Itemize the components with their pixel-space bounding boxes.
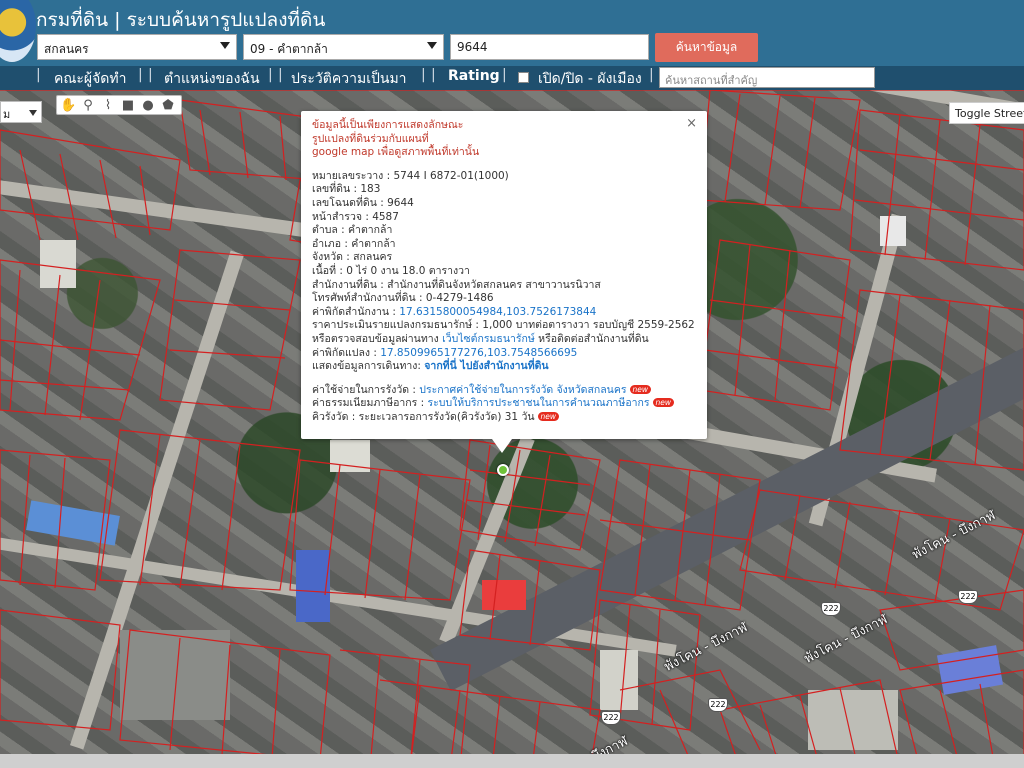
land-office: สำนักงานที่ดิน : สำนักงานที่ดินจังหวัดสก… (312, 278, 601, 291)
nav-item-rating[interactable]: Rating (448, 68, 500, 84)
nav-separator: | (36, 67, 41, 83)
office-phone: โทรศัพท์สำนักงานที่ดิน : 0-4279-1486 (312, 292, 494, 305)
nav-separator: | (268, 67, 273, 83)
map-type-value: ม (3, 108, 11, 121)
polygon-icon[interactable]: ⬟ (160, 98, 176, 114)
new-badge: new (629, 384, 652, 394)
town-plan-checkbox[interactable] (518, 72, 529, 83)
route-link[interactable]: จากที่นี่ ไปยังสำนักงานที่ดิน (424, 360, 548, 372)
survey-queue-label: คิวรังวัด : ระยะเวลารอการรังวัด(คิวรังวั… (312, 410, 535, 423)
nav-item-team[interactable]: คณะผู้จัดทำ (54, 68, 126, 90)
map-type-select[interactable]: ม (0, 101, 42, 123)
nav-separator: | (431, 67, 436, 83)
parcel-coordinates-label: ค่าพิกัดแปลง : (312, 346, 381, 359)
info-warning-line: ข้อมูลนี้เป็นเพียงการแสดงลักษณะ (312, 119, 464, 131)
place-search-input[interactable]: ค้นหาสถานที่สำคัญ (659, 67, 875, 88)
route-shield: 222 (821, 602, 841, 616)
nav-separator: | (649, 67, 654, 83)
tax-fee-link[interactable]: ระบบให้บริการประชาชนในการคำนวณภาษีอากร (428, 397, 650, 409)
parcel-coordinates: ค่าพิกัดแปลง : 17.8509965177276,103.7548… (312, 347, 692, 361)
page-title: กรมที่ดิน | ระบบค้นหารูปแปลงที่ดิน (36, 9, 326, 31)
route-shield: 222 (601, 711, 621, 725)
toggle-street-view-button[interactable]: Toggle Street View (949, 102, 1024, 124)
survey-cost-label: ค่าใช้จ่ายในการรังวัด : (312, 383, 420, 396)
app-header: กรมที่ดิน | ระบบค้นหารูปแปลงที่ดิน สกลนค… (0, 0, 1024, 66)
nav-item-history[interactable]: ประวัติความเป็นมา (291, 68, 407, 90)
circle-icon[interactable]: ● (140, 98, 156, 114)
district-select[interactable]: 09 - คำตากล้า (243, 34, 444, 60)
hand-pan-icon[interactable]: ✋ (60, 98, 76, 114)
check-suffix: หรือติดต่อสำนักงานที่ดิน (534, 332, 649, 345)
new-badge: new (652, 398, 675, 408)
app-window: กรมที่ดิน | ระบบค้นหารูปแปลงที่ดิน สกลนค… (0, 0, 1024, 768)
route-label: แสดงข้อมูลการเดินทาง: (312, 360, 425, 373)
department-logo-icon (0, 0, 36, 62)
survey-cost-link[interactable]: ประกาศค่าใช้จ่ายในการรังวัด จังหวัดสกลนค… (419, 384, 626, 396)
nav-item-town-plan[interactable]: เปิด/ปิด - ผังเมือง (538, 68, 642, 90)
chevron-down-icon (220, 42, 230, 49)
nav-item-my-location[interactable]: ตำแหน่งของฉัน (164, 68, 260, 90)
info-window-tail (492, 439, 512, 453)
polyline-icon[interactable]: ⌇ (100, 98, 116, 114)
province-select[interactable]: สกลนคร (37, 34, 237, 60)
marker-icon[interactable]: ⚲ (80, 98, 96, 114)
subdistrict: ตำบล : คำตากล้า (312, 224, 393, 237)
tax-fee-label: ค่าธรรมเนียมภาษีอากร : (312, 397, 428, 410)
info-content: ข้อมูลนี้เป็นเพียงการแสดงลักษณะ รูปแปลงท… (312, 119, 695, 425)
info-warning-line: รูปแปลงที่ดินร่วมกับแผนที่ (312, 132, 429, 145)
tax-fee: ค่าธรรมเนียมภาษีอากร : ระบบให้บริการประช… (312, 397, 692, 411)
parcel-marker-icon[interactable] (497, 464, 509, 476)
survey-cost: ค่าใช้จ่ายในการรังวัด : ประกาศค่าใช้จ่าย… (312, 384, 692, 398)
route-shield: 222 (708, 698, 728, 712)
office-coordinates: ค่าพิกัดสำนักงาน : 17.6315800054984,103.… (312, 306, 692, 320)
land-number: เลขที่ดิน : 183 (312, 183, 381, 196)
province-select-value: สกลนคร (44, 42, 89, 56)
land-area: เนื้อที่ : 0 ไร่ 0 งาน 18.0 ตารางวา (312, 264, 470, 277)
survey-page: หน้าสำรวจ : 4587 (312, 210, 399, 223)
chevron-down-icon (29, 110, 37, 116)
check-prefix: หรือตรวจสอบข้อมูลผ่านทาง (312, 332, 443, 345)
parcel-info-window: × ข้อมูลนี้เป็นเพียงการแสดงลักษณะ รูปแปล… (301, 111, 707, 439)
survey-queue: คิวรังวัด : ระยะเวลารอการรังวัด(คิวรังวั… (312, 411, 692, 425)
appraisal-price: ราคาประเมินรายแปลงกรมธนารักษ์ : 1,000 บา… (312, 319, 695, 332)
check-info: หรือตรวจสอบข้อมูลผ่านทาง เว็บไซต์กรมธนาร… (312, 333, 692, 347)
parcel-coordinates-link[interactable]: 17.8509965177276,103.7548566695 (380, 347, 577, 359)
nav-separator: | (138, 67, 143, 83)
nav-separator: | (278, 67, 283, 83)
treasury-website-link[interactable]: เว็บไซต์กรมธนารักษ์ (442, 333, 535, 345)
chevron-down-icon (427, 42, 437, 49)
search-button[interactable]: ค้นหาข้อมูล (655, 33, 758, 62)
nav-separator: | (421, 67, 426, 83)
rectangle-icon[interactable]: ■ (120, 98, 136, 114)
nav-separator: | (502, 67, 507, 83)
sheet-number: หมายเลขระวาง : 5744 I 6872-01(1000) (312, 169, 509, 182)
nav-separator: | (148, 67, 153, 83)
office-coordinates-link[interactable]: 17.6315800054984,103.7526173844 (399, 306, 596, 318)
drawing-toolbar: ✋ ⚲ ⌇ ■ ● ⬟ (56, 95, 182, 115)
route-info: แสดงข้อมูลการเดินทาง: จากที่นี่ ไปยังสำน… (312, 360, 692, 374)
office-coordinates-label: ค่าพิกัดสำนักงาน : (312, 305, 400, 318)
province: จังหวัด : สกลนคร (312, 251, 393, 264)
horizontal-scrollbar[interactable] (0, 754, 1024, 768)
parcel-number-value: 9644 (457, 40, 488, 54)
parcel-number-input[interactable]: 9644 (450, 34, 649, 60)
deed-number: เลขโฉนดที่ดิน : 9644 (312, 196, 414, 209)
new-badge: new (537, 411, 560, 421)
district-select-value: 09 - คำตากล้า (250, 42, 328, 56)
route-shield: 222 (958, 590, 978, 604)
district: อำเภอ : คำตากล้า (312, 237, 396, 250)
info-warning-line: google map เพื่อดูสภาพพื้นที่เท่านั้น (312, 146, 480, 159)
